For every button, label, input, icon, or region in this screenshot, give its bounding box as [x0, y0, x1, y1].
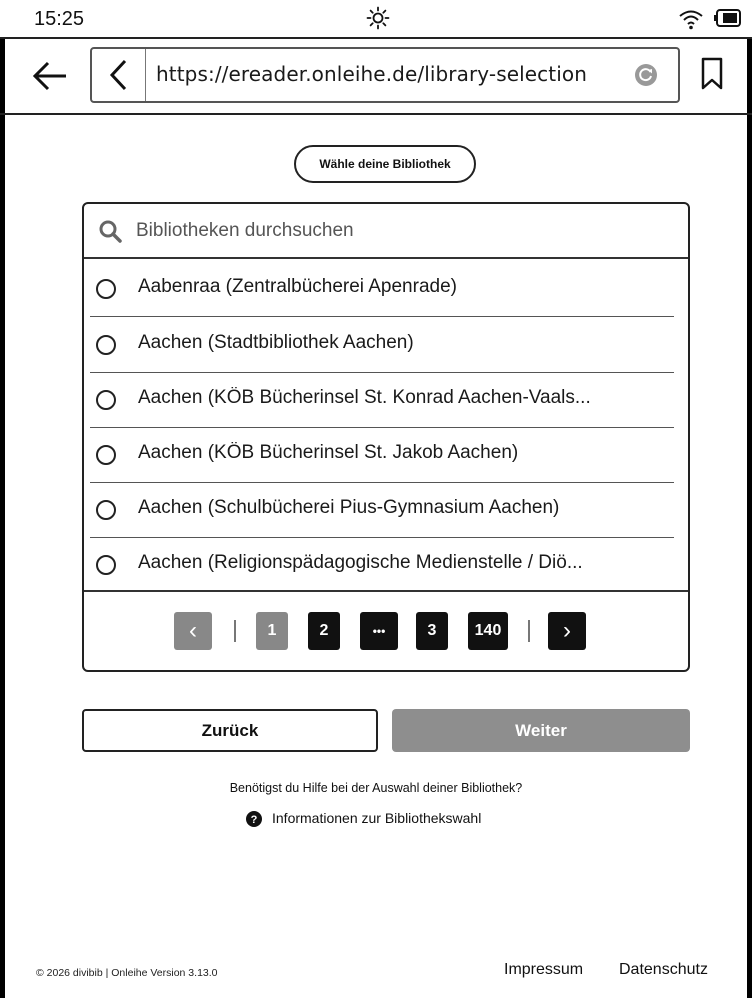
pagination-separator: [234, 620, 236, 642]
battery-icon: [714, 9, 741, 27]
radio-button[interactable]: [96, 500, 116, 520]
toolbar-divider: [0, 113, 752, 115]
pagination-divider: [84, 590, 688, 592]
datenschutz-link[interactable]: Datenschutz: [619, 961, 708, 979]
help-question: Benötigst du Hilfe bei der Auswahl deine…: [229, 781, 523, 795]
next-page-button[interactable]: ›: [548, 612, 586, 650]
question-circle-icon: ?: [246, 811, 262, 827]
footer-copyright: © 2026 divibib | Onleihe Version 3.13.0: [36, 967, 218, 979]
radio-button[interactable]: [96, 279, 116, 299]
library-list-box: Aabenraa (Zentralbücherei Apenrade) Aach…: [82, 202, 690, 672]
library-option-label: Aachen (KÖB Bücherinsel St. Jakob Aachen…: [138, 442, 519, 463]
back-button[interactable]: Zurück: [82, 709, 378, 752]
library-option[interactable]: Aachen (Stadtbibliothek Aachen): [84, 317, 688, 373]
search-row: [84, 204, 688, 259]
library-option-label: Aachen (Religionspädagogische Medienstel…: [138, 552, 583, 573]
wifi-icon: [679, 10, 703, 30]
prev-page-button[interactable]: ‹: [174, 612, 212, 650]
next-button[interactable]: Weiter: [392, 709, 690, 752]
page-button-current[interactable]: 1: [256, 612, 288, 650]
address-bar[interactable]: https://ereader.onleihe.de/library-selec…: [90, 47, 680, 103]
library-search-input[interactable]: [136, 216, 656, 246]
library-option[interactable]: Aachen (Religionspädagogische Medienstel…: [84, 537, 688, 593]
status-bar: 15:25: [0, 0, 752, 39]
status-time: 15:25: [34, 8, 85, 30]
bookmark-icon[interactable]: [700, 57, 724, 91]
url-back-button[interactable]: [92, 49, 146, 101]
url-text[interactable]: https://ereader.onleihe.de/library-selec…: [156, 62, 587, 86]
library-option[interactable]: Aachen (Schulbücherei Pius-Gymnasium Aac…: [84, 482, 688, 538]
library-option-label: Aachen (KÖB Bücherinsel St. Konrad Aache…: [138, 387, 591, 408]
svg-text:?: ?: [251, 814, 258, 826]
search-icon: [99, 220, 122, 243]
status-divider: [0, 37, 752, 39]
reload-icon[interactable]: [634, 63, 658, 87]
page-button[interactable]: 140: [468, 612, 508, 650]
radio-button[interactable]: [96, 555, 116, 575]
page-ellipsis-button[interactable]: •••: [360, 612, 398, 650]
screen-frame-right: [747, 0, 752, 998]
radio-button[interactable]: [96, 390, 116, 410]
page-button[interactable]: 3: [416, 612, 448, 650]
library-option[interactable]: Aabenraa (Zentralbücherei Apenrade): [84, 261, 688, 317]
library-option-label: Aachen (Schulbücherei Pius-Gymnasium Aac…: [138, 497, 560, 518]
radio-button[interactable]: [96, 335, 116, 355]
back-arrow-icon[interactable]: [30, 58, 70, 94]
library-option-label: Aachen (Stadtbibliothek Aachen): [138, 332, 414, 353]
chooser-title: Wähle deine Bibliothek: [294, 145, 476, 183]
library-option[interactable]: Aachen (KÖB Bücherinsel St. Konrad Aache…: [84, 372, 688, 428]
impressum-link[interactable]: Impressum: [504, 961, 583, 979]
library-option-label: Aabenraa (Zentralbücherei Apenrade): [138, 276, 457, 297]
library-option[interactable]: Aachen (KÖB Bücherinsel St. Jakob Aachen…: [84, 427, 688, 483]
page-button[interactable]: 2: [308, 612, 340, 650]
pagination-separator: [528, 620, 530, 642]
brightness-icon: [366, 6, 390, 30]
radio-button[interactable]: [96, 445, 116, 465]
help-link-label: Informationen zur Bibliothekswahl: [272, 810, 482, 826]
chevron-left-icon: [109, 59, 127, 91]
screen-frame-left: [0, 0, 5, 998]
